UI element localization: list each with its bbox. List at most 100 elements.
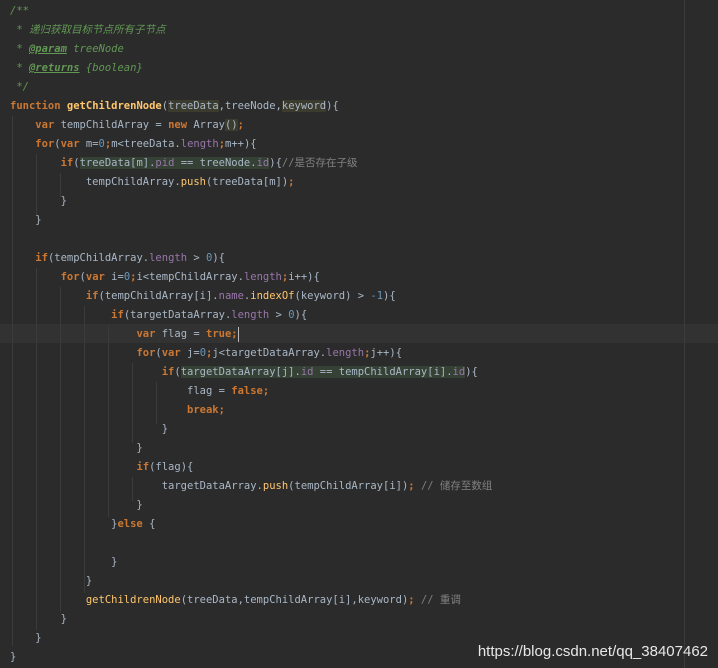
code-token: targetDataArray. <box>10 480 263 492</box>
code-token: new <box>168 119 194 131</box>
code-token: ; <box>408 594 421 606</box>
code-line[interactable]: } <box>10 192 492 211</box>
code-line[interactable]: } <box>10 439 492 458</box>
code-token: } <box>10 632 42 644</box>
code-line[interactable]: } <box>10 553 492 572</box>
code-token: ){ <box>326 100 339 112</box>
code-token: id <box>256 157 270 169</box>
code-token: i++){ <box>288 271 320 283</box>
code-token: id <box>300 366 314 378</box>
code-token: m++){ <box>225 138 257 150</box>
code-line[interactable]: } <box>10 420 492 439</box>
code-token: ; <box>237 119 244 131</box>
code-token: if <box>111 309 124 321</box>
code-line[interactable]: } <box>10 629 492 648</box>
code-token: //是否存在子级 <box>281 157 358 169</box>
code-line[interactable]: for(var j=0;j<targetDataArray.length;j++… <box>10 344 492 363</box>
code-token: treeData <box>168 100 219 112</box>
code-line[interactable]: } <box>10 211 492 230</box>
code-token: (tempChildArray. <box>47 252 150 264</box>
code-line[interactable]: * @param treeNode <box>10 40 492 59</box>
code-token: push <box>262 480 289 492</box>
code-token: } <box>10 651 17 663</box>
code-line[interactable]: * 递归获取目标节点所有子节点 <box>10 21 492 40</box>
code-line[interactable]: }else { <box>10 515 492 534</box>
code-line[interactable]: for(var i=0;i<tempChildArray.length;i++)… <box>10 268 492 287</box>
code-line[interactable]: flag = false; <box>10 382 492 401</box>
code-line[interactable]: for(var m=0;m<treeData.length;m++){ <box>10 135 492 154</box>
code-line[interactable]: if(flag){ <box>10 458 492 477</box>
code-token: var <box>161 347 188 359</box>
watermark: https://blog.csdn.net/qq_38407462 <box>477 643 708 660</box>
code-token: for <box>60 271 80 283</box>
code-line[interactable]: var flag = true; <box>10 325 492 344</box>
code-token: ; <box>288 176 295 188</box>
code-token: /** <box>10 5 29 17</box>
code-line[interactable]: } <box>10 496 492 515</box>
code-line[interactable]: } <box>10 610 492 629</box>
code-line[interactable]: } <box>10 572 492 591</box>
code-line[interactable]: function getChildrenNode(treeData,treeNo… <box>10 97 492 116</box>
code-token: > <box>269 309 289 321</box>
code-token: } <box>10 556 118 568</box>
code-line[interactable]: if(tempChildArray[i].name.indexOf(keywor… <box>10 287 492 306</box>
code-editor[interactable]: /** * 递归获取目标节点所有子节点 * @param treeNode * … <box>0 0 718 668</box>
code-token: ){ <box>294 309 308 321</box>
code-line[interactable] <box>10 230 492 249</box>
code-line[interactable]: getChildrenNode(treeData,tempChildArray[… <box>10 591 492 610</box>
code-token: else <box>117 518 150 530</box>
code-token: ( <box>73 157 80 169</box>
code-token: keyword <box>281 100 327 112</box>
code-token: == tempChildArray[i]. <box>313 366 453 378</box>
code-token: == treeNode. <box>174 157 257 169</box>
text-caret <box>237 326 239 342</box>
code-token: length <box>231 309 270 321</box>
code-token: j<targetDataArray. <box>212 347 327 359</box>
code-token: } <box>10 423 169 435</box>
code-token: length <box>149 252 188 264</box>
code-line[interactable]: targetDataArray.push(tempChildArray[i]);… <box>10 477 493 496</box>
code-line[interactable]: if(tempChildArray.length > 0){ <box>10 249 492 268</box>
code-token: @param <box>28 43 67 55</box>
code-line[interactable]: if(treeData[m].pid == treeNode.id){//是否存… <box>10 154 492 173</box>
code-token: tempChildArray = <box>60 119 169 131</box>
code-line[interactable]: if(targetDataArray[j].id == tempChildArr… <box>10 363 492 382</box>
code-line[interactable]: */ <box>10 78 492 97</box>
code-token: // 储存至数组 <box>420 480 493 492</box>
code-token: ){ <box>465 366 478 378</box>
code-token: length <box>243 271 282 283</box>
code-token: (flag){ <box>149 461 194 473</box>
code-text-area[interactable]: /** * 递归获取目标节点所有子节点 * @param treeNode * … <box>10 2 492 667</box>
code-line[interactable]: tempChildArray.push(treeData[m]); <box>10 173 492 192</box>
code-token: } <box>10 613 67 625</box>
code-token: treeNode <box>224 100 276 112</box>
code-token: (tempChildArray[i]) <box>288 480 409 492</box>
code-token: push <box>180 176 206 188</box>
code-line[interactable]: } <box>10 648 492 667</box>
code-token: { <box>149 518 156 530</box>
code-token: if <box>85 290 99 302</box>
code-token: Array <box>193 119 225 131</box>
code-token: // 重调 <box>420 594 461 606</box>
code-token: */ <box>10 81 29 93</box>
code-token: if <box>136 461 150 473</box>
code-token: treeData[m]. <box>79 157 156 169</box>
code-token: m= <box>85 138 99 150</box>
code-token: break <box>187 404 219 416</box>
code-token: if <box>35 252 48 264</box>
code-line[interactable]: * @returns {boolean} <box>10 59 492 78</box>
code-line[interactable]: /** <box>10 2 492 21</box>
code-token: length <box>180 138 219 150</box>
code-line[interactable] <box>10 534 492 553</box>
code-token: var <box>136 328 162 340</box>
code-line[interactable]: if(targetDataArray.length > 0){ <box>10 306 492 325</box>
code-line[interactable]: break; <box>10 401 492 420</box>
code-line[interactable]: var tempChildArray = new Array(); <box>10 116 492 135</box>
